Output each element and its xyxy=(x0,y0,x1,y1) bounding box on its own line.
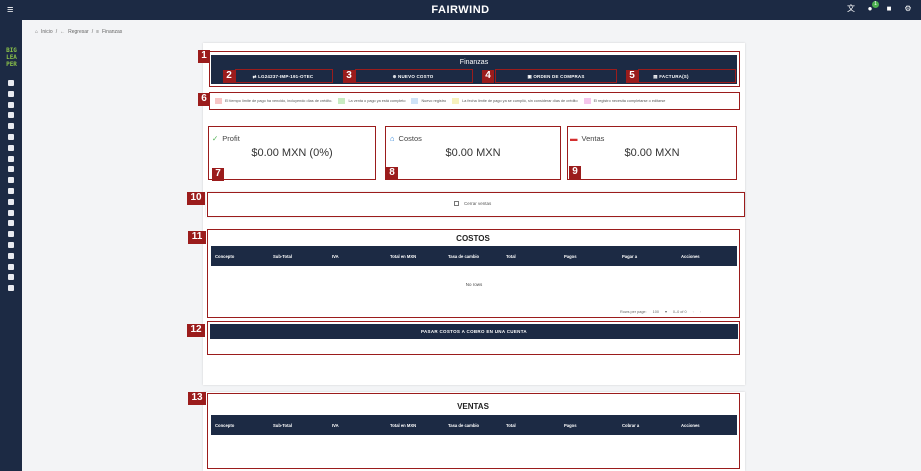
sidebar-item-icon[interactable] xyxy=(8,133,14,140)
sidebar-item-icon[interactable] xyxy=(8,220,14,227)
sidebar-item-icon[interactable] xyxy=(8,198,14,205)
brand-title: FAIRWIND xyxy=(431,4,490,16)
sidebar-item-icon[interactable] xyxy=(8,166,14,173)
sidebar-item-icon[interactable] xyxy=(8,155,14,162)
bell-icon[interactable]: ● 1 xyxy=(865,1,879,14)
breadcrumb: ⌂ Inicio / ← Regresar / ≡ Finanzas xyxy=(35,29,122,35)
annotation-number: 11 xyxy=(188,231,206,244)
annotation-number: 7 xyxy=(212,168,224,181)
annotation-box xyxy=(208,126,376,180)
annotation-number: 1 xyxy=(198,50,210,63)
top-bar: ≡ FAIRWIND 文 ● 1 ■ ⚙ xyxy=(0,0,921,20)
sidebar-logo: BIG LEA PER xyxy=(6,47,17,68)
annotation-number: 6 xyxy=(198,93,210,106)
annotation-box xyxy=(567,126,737,180)
annotation-box xyxy=(638,69,736,83)
breadcrumb-separator: / xyxy=(91,29,94,35)
annotation-box xyxy=(207,192,745,217)
sidebar-item-icon[interactable] xyxy=(8,285,14,292)
settings-icon[interactable]: ⚙ xyxy=(903,4,913,14)
annotation-box xyxy=(495,69,617,83)
annotation-box xyxy=(235,69,333,83)
home-icon: ⌂ xyxy=(35,29,39,35)
annotation-box xyxy=(385,126,561,180)
sidebar-item-icon[interactable] xyxy=(8,101,14,108)
sidebar-item-icon[interactable] xyxy=(8,112,14,119)
sidebar-item-icon[interactable] xyxy=(8,209,14,216)
sidebar-item-icon[interactable] xyxy=(8,187,14,194)
annotation-number: 5 xyxy=(626,70,638,83)
sidebar-item-icon[interactable] xyxy=(8,123,14,130)
annotation-number: 10 xyxy=(187,192,205,205)
breadcrumb-inicio[interactable]: Inicio xyxy=(41,29,53,35)
annotation-box xyxy=(207,321,740,355)
back-arrow-icon: ← xyxy=(60,29,66,35)
breadcrumb-separator: / xyxy=(55,29,58,35)
sidebar-item-icon[interactable] xyxy=(8,80,14,86)
sidebar-item-icon[interactable] xyxy=(8,274,14,281)
annotation-box xyxy=(355,69,473,83)
annotation-number: 8 xyxy=(386,167,398,180)
sidebar-item-icon[interactable] xyxy=(8,90,14,97)
breadcrumb-regresar[interactable]: Regresar xyxy=(68,29,89,35)
notification-badge: 1 xyxy=(872,1,879,8)
annotation-number: 2 xyxy=(223,70,235,83)
annotation-number: 4 xyxy=(482,70,494,83)
annotation-box xyxy=(209,92,740,110)
annotation-box xyxy=(207,229,740,318)
sidebar-item-icon[interactable] xyxy=(8,263,14,270)
annotation-number: 12 xyxy=(187,324,205,337)
sidebar-item-icon[interactable] xyxy=(8,177,14,184)
finance-icon: ≡ xyxy=(96,29,99,35)
translate-icon[interactable]: 文 xyxy=(846,4,856,14)
sidebar-item-icon[interactable] xyxy=(8,252,14,259)
annotation-box xyxy=(207,393,740,469)
sidebar-item-icon[interactable] xyxy=(8,144,14,151)
sidebar-item-icon[interactable] xyxy=(8,231,14,238)
breadcrumb-finanzas: Finanzas xyxy=(102,29,123,35)
sidebar-item-icon[interactable] xyxy=(8,241,14,248)
sidebar: BIG LEA PER xyxy=(0,20,22,471)
chat-icon[interactable]: ■ xyxy=(884,4,894,14)
annotation-number: 9 xyxy=(569,166,581,179)
annotation-number: 3 xyxy=(343,70,355,83)
annotation-number: 13 xyxy=(188,392,206,405)
